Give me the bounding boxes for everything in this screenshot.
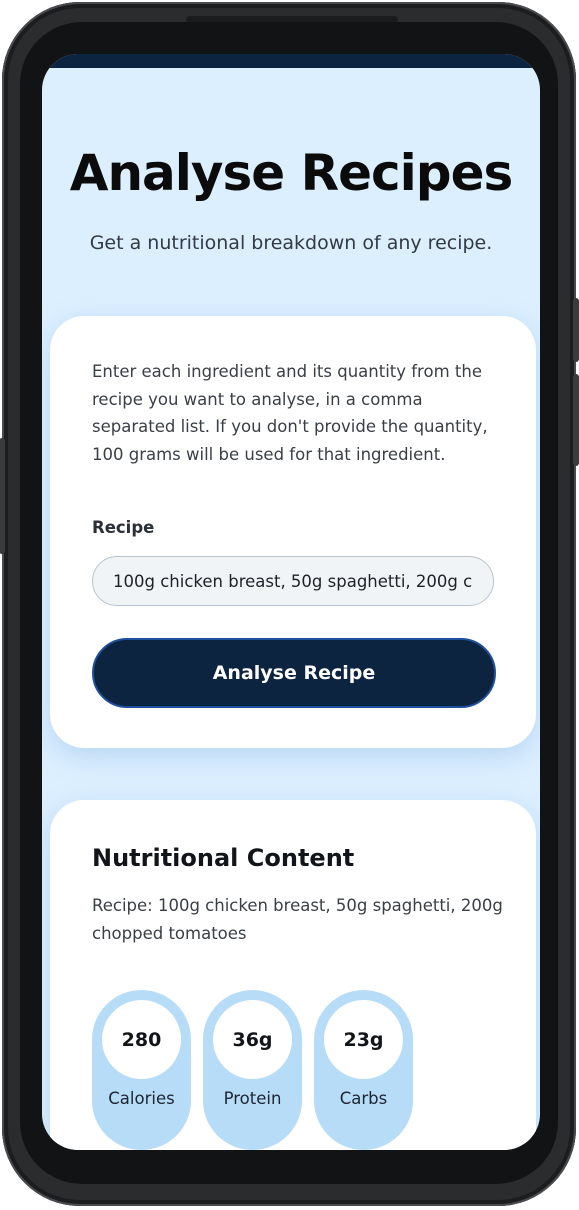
nutrition-results-card: Nutritional Content Recipe: 100g chicken… — [50, 800, 536, 1150]
page-title: Analyse Recipes — [69, 144, 514, 202]
page-subtitle: Get a nutritional breakdown of any recip… — [89, 232, 493, 254]
nutrient-value: 23g — [324, 1000, 403, 1079]
analyse-recipe-button[interactable]: Analyse Recipe — [92, 638, 496, 708]
nutrient-protein: 36g Protein — [203, 990, 302, 1150]
form-instructions: Enter each ingredient and its quantity f… — [92, 362, 488, 464]
status-bar — [42, 54, 540, 68]
volume-button — [573, 374, 579, 466]
nutrient-carbs: 23g Carbs — [314, 990, 413, 1150]
side-key — [0, 438, 5, 554]
nutrient-value: 36g — [213, 1000, 292, 1079]
nutrient-label: Carbs — [339, 1089, 388, 1108]
nutrient-label: Calories — [108, 1089, 175, 1108]
app-screen: Analyse Recipes Get a nutritional breakd… — [42, 54, 540, 1150]
nutrient-value: 280 — [102, 1000, 181, 1079]
nutrient-list: 280 Calories 36g Protein 23g Carbs — [92, 990, 413, 1150]
analysed-recipe-text: Recipe: 100g chicken breast, 50g spaghet… — [92, 896, 503, 943]
nutrition-title: Nutritional Content — [92, 844, 355, 872]
recipe-form-card: Enter each ingredient and its quantity f… — [50, 316, 536, 748]
power-button — [573, 298, 579, 362]
phone-frame: Analyse Recipes Get a nutritional breakd… — [0, 2, 579, 1206]
recipe-field-label: Recipe — [92, 518, 155, 537]
nutrient-label: Protein — [223, 1089, 282, 1108]
recipe-input[interactable] — [92, 556, 494, 606]
nutrient-calories: 280 Calories — [92, 990, 191, 1150]
